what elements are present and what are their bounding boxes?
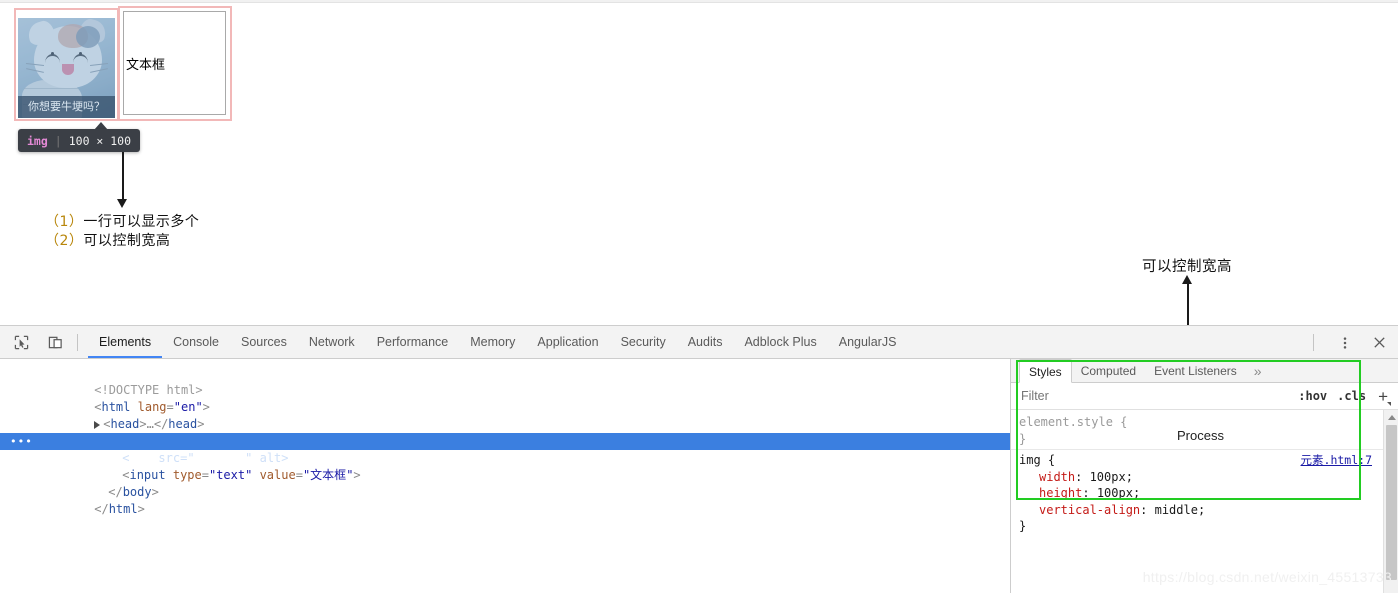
right-annotation-line — [1187, 283, 1189, 326]
annotation-line-2: （2）可以控制宽高 — [45, 232, 375, 251]
code-line-doctype[interactable]: <!DOCTYPE html> — [0, 365, 1010, 397]
annotation-2-text: 可以控制宽高 — [83, 233, 171, 249]
cls-toggle-button[interactable]: .cls — [1337, 389, 1366, 403]
scroll-up-arrow-icon[interactable] — [1388, 415, 1396, 420]
right-annotation-note: 可以控制宽高 — [1142, 259, 1232, 275]
watermark-text: https://blog.csdn.net/weixin_45513733 — [1142, 569, 1392, 585]
tab-memory[interactable]: Memory — [459, 326, 526, 358]
expand-ellipsis-icon[interactable]: ••• — [10, 433, 33, 450]
img-rule-selector: img { — [1019, 453, 1056, 467]
code-line-body-open[interactable]: <body> — [0, 416, 1010, 448]
annotation-line-1: （1）一行可以显示多个 — [45, 213, 375, 232]
code-line-head[interactable]: <head>…</head> — [0, 399, 1010, 431]
devtools-body: <!DOCTYPE html> <html lang="en"> <head>…… — [0, 359, 1398, 593]
image-caption: 你想要牛埂吗？ — [18, 96, 115, 118]
tab-performance[interactable]: Performance — [366, 326, 460, 358]
code-line-html-open[interactable]: <html lang="en"> — [0, 382, 1010, 414]
devtools-toolbar: Elements Console Sources Network Perform… — [0, 326, 1398, 359]
tooltip-dimensions: 100 × 100 — [68, 133, 132, 148]
cat-image[interactable]: 你想要牛埂吗？ — [18, 18, 115, 118]
code-line-img-selected[interactable]: ••• <img src="./3.jpg" alt> == $0 — [0, 433, 1010, 465]
process-overlay-label: Process — [1177, 428, 1224, 443]
tab-console[interactable]: Console — [162, 326, 230, 358]
left-annotation-note: （1）一行可以显示多个 （2）可以控制宽高 — [45, 213, 375, 251]
scrollbar-thumb[interactable] — [1386, 425, 1397, 580]
kebab-menu-icon[interactable] — [1332, 330, 1358, 356]
left-annotation-line — [122, 152, 124, 202]
annotation-1-number: （1） — [45, 214, 84, 230]
annotation-1-text: 一行可以显示多个 — [83, 214, 200, 230]
screenshot-root: 你想要牛埂吗？ img | 100 × 100 （1）一行可以显示多个 （2）可… — [0, 0, 1398, 593]
styles-tab-styles[interactable]: Styles — [1019, 359, 1072, 383]
img-rule-close-brace: } — [1019, 519, 1027, 533]
tab-network[interactable]: Network — [298, 326, 366, 358]
code-line-html-close[interactable]: </html> — [0, 484, 1010, 516]
styles-tab-computed[interactable]: Computed — [1072, 359, 1145, 382]
element-info-tooltip: img | 100 × 100 — [18, 129, 141, 152]
tab-audits[interactable]: Audits — [677, 326, 734, 358]
rule-divider — [1011, 449, 1398, 450]
new-style-rule-button[interactable]: + — [1378, 388, 1391, 406]
code-line-body-close[interactable]: </body> — [0, 467, 1010, 499]
inspect-cursor-icon[interactable] — [8, 329, 34, 355]
rule-img[interactable]: img { 元素.html:7 width: 100px; height: 10… — [1019, 452, 1398, 535]
tab-adblock-plus[interactable]: Adblock Plus — [733, 326, 827, 358]
styles-pane-tabs: Styles Computed Event Listeners » — [1011, 359, 1398, 383]
left-annotation-arrowhead — [117, 199, 127, 208]
plus-dropdown-corner-icon — [1387, 401, 1391, 406]
tooltip-separator: | — [54, 133, 62, 148]
declaration-vertical-align-value[interactable]: middle — [1155, 503, 1198, 517]
declaration-vertical-align[interactable]: vertical-align: middle; — [1019, 502, 1398, 519]
tab-security[interactable]: Security — [610, 326, 677, 358]
annotation-2-number: （2） — [45, 233, 84, 249]
tab-sources[interactable]: Sources — [230, 326, 298, 358]
close-icon[interactable] — [1366, 330, 1392, 356]
declaration-width[interactable]: width: 100px; — [1019, 469, 1398, 486]
declaration-width-value[interactable]: 100px — [1090, 470, 1126, 484]
hov-toggle-button[interactable]: :hov — [1298, 389, 1327, 403]
styles-tab-event-listeners[interactable]: Event Listeners — [1145, 359, 1246, 382]
declaration-height-property: height — [1039, 486, 1083, 500]
tooltip-tag-name: img — [27, 133, 48, 148]
declaration-height[interactable]: height: 100px; — [1019, 485, 1398, 502]
rule-element-style[interactable]: element.style { } Process — [1019, 414, 1398, 447]
declaration-width-property: width — [1039, 469, 1076, 484]
toolbar-separator-right — [1313, 334, 1314, 351]
page-top-border — [0, 0, 1398, 3]
styles-rules-list[interactable]: element.style { } Process img { 元素.html:… — [1011, 410, 1398, 590]
toolbar-right-group — [1304, 326, 1392, 359]
styles-filter-input[interactable] — [1019, 388, 1289, 404]
rendered-page-area: 你想要牛埂吗？ img | 100 × 100 （1）一行可以显示多个 （2）可… — [0, 0, 1398, 326]
img-rule-selector-row: img { 元素.html:7 — [1019, 452, 1398, 469]
text-input-field[interactable] — [123, 11, 226, 115]
toolbar-separator — [77, 333, 78, 351]
devtools-panel: Elements Console Sources Network Perform… — [0, 325, 1398, 593]
img-rule-source-link[interactable]: 元素.html:7 — [1301, 452, 1372, 469]
styles-tabs-overflow-icon[interactable]: » — [1246, 359, 1270, 382]
dom-tree-pane[interactable]: <!DOCTYPE html> <html lang="en"> <head>…… — [0, 359, 1010, 593]
tab-angularjs[interactable]: AngularJS — [828, 326, 908, 358]
styles-pane-scrollbar[interactable] — [1383, 410, 1398, 593]
tab-elements[interactable]: Elements — [88, 326, 163, 358]
tab-application[interactable]: Application — [526, 326, 609, 358]
styles-filter-row: :hov .cls + — [1011, 383, 1398, 410]
code-line-input[interactable]: <input type="text" value="文本框"> — [0, 450, 1010, 482]
declaration-vertical-align-property: vertical-align — [1039, 502, 1141, 517]
declaration-height-value[interactable]: 100px — [1097, 486, 1133, 500]
device-toolbar-icon[interactable] — [42, 329, 68, 355]
styles-pane: Styles Computed Event Listeners » :hov .… — [1010, 359, 1398, 593]
